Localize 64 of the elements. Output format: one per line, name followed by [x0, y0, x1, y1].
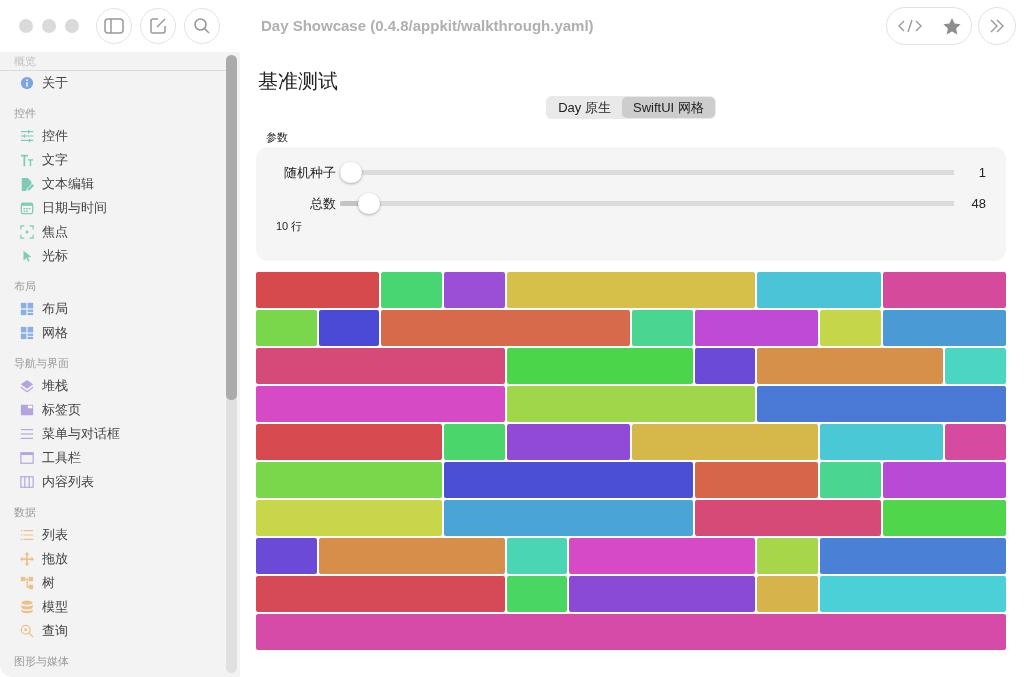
- sidebar-item[interactable]: 网格: [0, 321, 224, 345]
- sidebar-item[interactable]: 模型: [0, 595, 224, 619]
- sidebar-item[interactable]: 菜单与对话框: [0, 422, 224, 446]
- minimize-button[interactable]: [42, 19, 56, 33]
- sidebar-item[interactable]: 内容列表: [0, 470, 224, 494]
- search-icon: [193, 17, 211, 35]
- code-icon[interactable]: [897, 19, 922, 33]
- slider-thumb[interactable]: [357, 193, 380, 214]
- row-count: 10 行: [276, 219, 304, 234]
- info-icon: [20, 76, 34, 90]
- sidebar-item[interactable]: 拖放: [0, 547, 224, 571]
- window-icon: [20, 451, 34, 465]
- zoom-button[interactable]: [65, 19, 79, 33]
- menu-icon: [20, 427, 34, 441]
- section-heading: 数据: [13, 505, 37, 520]
- tree-icon: [20, 576, 34, 590]
- list-icon: [20, 528, 34, 542]
- grid-icon: [20, 302, 34, 316]
- layers-icon: [20, 379, 34, 393]
- chevrons-icon: [989, 19, 1005, 33]
- sidebar-icon: [104, 18, 124, 34]
- text-size-icon: [20, 153, 34, 167]
- sidebar-item[interactable]: 关于: [0, 71, 224, 95]
- document-pencil-icon: [20, 177, 34, 191]
- window-title: Day Showcase (0.4.8/appkit/walkthrough.yaml): [261, 15, 594, 36]
- segment-tab[interactable]: SwiftUI 网格: [621, 97, 715, 118]
- slider-label: 随机种子: [283, 163, 336, 182]
- sidebar-item[interactable]: 查询: [0, 619, 224, 643]
- section-label: 参数: [266, 130, 289, 145]
- scrollbar-thumb[interactable]: [226, 55, 237, 400]
- sidebar-item[interactable]: 焦点: [0, 220, 224, 244]
- focus-icon: [20, 225, 34, 239]
- sidebar-item[interactable]: 光标: [0, 244, 224, 268]
- slider-label: 总数: [309, 194, 336, 213]
- sidebar-item[interactable]: 工具栏: [0, 446, 224, 470]
- sidebar-item[interactable]: 列表: [0, 523, 224, 547]
- star-icon[interactable]: [942, 17, 961, 35]
- move-arrows-icon: [20, 552, 34, 566]
- page-title: 基准测试: [257, 69, 339, 94]
- section-heading: 导航与界面: [13, 356, 70, 371]
- section-heading: 布局: [13, 279, 37, 294]
- tab-window-icon: [20, 403, 34, 417]
- sidebar-item[interactable]: 树: [0, 571, 224, 595]
- sidebar-item[interactable]: 堆栈: [0, 374, 224, 398]
- sidebar-item[interactable]: 文字: [0, 148, 224, 172]
- search-icon: [20, 624, 34, 638]
- sliders-icon: [20, 129, 34, 143]
- segment-tab[interactable]: Day 原生: [547, 97, 622, 118]
- section-heading: 控件: [13, 106, 37, 121]
- slider-value: 48: [970, 194, 986, 213]
- slider-value: 1: [977, 163, 986, 182]
- sidebar-item[interactable]: 文本编辑: [0, 172, 224, 196]
- calendar-icon: [20, 201, 34, 215]
- database-icon: [20, 600, 34, 614]
- sidebar-item[interactable]: 布局: [0, 297, 224, 321]
- sidebar-item[interactable]: 日期与时间: [0, 196, 224, 220]
- columns-icon: [20, 475, 34, 489]
- sidebar-item[interactable]: 标签页: [0, 398, 224, 422]
- section-heading: 图形与媒体: [13, 654, 70, 669]
- grid-icon: [20, 326, 34, 340]
- close-button[interactable]: [19, 19, 33, 33]
- slider-thumb[interactable]: [340, 162, 362, 183]
- sidebar-item[interactable]: 控件: [0, 124, 224, 148]
- compose-icon: [149, 17, 167, 35]
